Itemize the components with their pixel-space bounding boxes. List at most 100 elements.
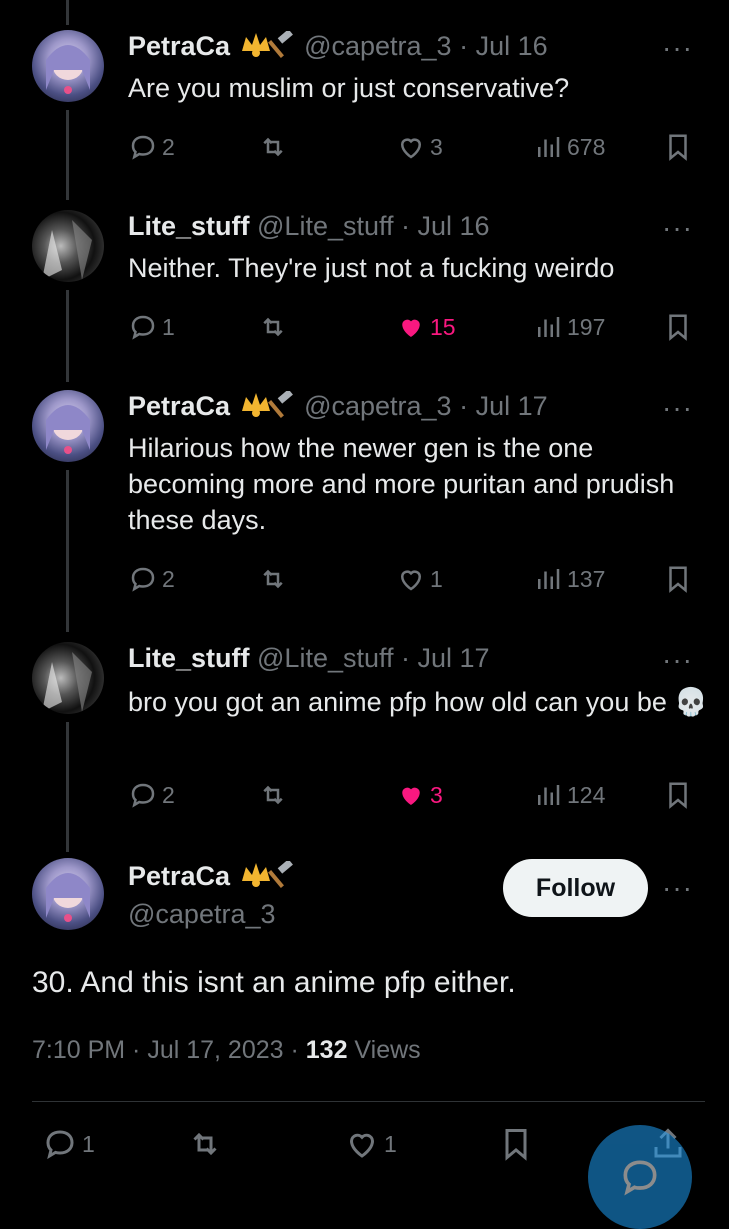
like-button[interactable]: 1 xyxy=(396,564,443,594)
retweet-button[interactable] xyxy=(258,312,288,342)
reply-tweet[interactable]: Lite_stuff @Lite_stuff · Jul 17 ··· bro … xyxy=(0,622,729,842)
avatar[interactable] xyxy=(32,210,104,282)
bookmark-button[interactable] xyxy=(498,1126,534,1162)
retweet-icon xyxy=(263,137,283,157)
reply-icon xyxy=(46,1130,74,1160)
reply-button[interactable]: 2 xyxy=(128,780,175,810)
action-bar: 2 1 137 xyxy=(128,564,698,600)
display-name[interactable]: Lite_stuff xyxy=(128,211,250,241)
handle[interactable]: @capetra_3 xyxy=(304,31,452,61)
tweet-date[interactable]: Jul 17 xyxy=(476,391,548,421)
meta-separator: · xyxy=(393,211,418,241)
reply-count: 1 xyxy=(162,313,175,340)
tweet-date[interactable]: Jul 16 xyxy=(418,211,490,241)
reply-button[interactable]: 2 xyxy=(128,564,175,594)
reply-tweet[interactable]: Lite_stuff @Lite_stuff · Jul 16 ··· Neit… xyxy=(0,190,729,370)
views-label: Views xyxy=(347,1036,421,1064)
more-options-icon[interactable]: ··· xyxy=(662,872,693,904)
bookmark-icon xyxy=(669,134,687,161)
reply-icon xyxy=(131,135,155,160)
display-name[interactable]: PetraCa xyxy=(128,861,230,891)
tweet-header: PetraCa @capetra_3 · Jul 16 xyxy=(128,29,548,66)
avatar[interactable] xyxy=(32,642,104,714)
follow-button[interactable]: Follow xyxy=(503,859,648,917)
like-count: 3 xyxy=(430,133,443,160)
heart-filled-icon xyxy=(402,319,420,337)
handle[interactable]: @Lite_stuff xyxy=(257,211,394,241)
views-button[interactable]: 197 xyxy=(533,312,605,342)
tweet-text: bro you got an anime pfp how old can you… xyxy=(128,687,708,717)
display-name[interactable]: PetraCa xyxy=(128,31,230,61)
retweet-icon xyxy=(193,1132,217,1156)
bookmark-icon xyxy=(669,314,687,341)
action-bar: 1 15 197 xyxy=(128,312,698,348)
handle[interactable]: @capetra_3 xyxy=(304,391,452,421)
view-count: 124 xyxy=(567,781,606,808)
reply-tweet[interactable]: PetraCa @capetra_3 · Jul 17 ··· Hilarious… xyxy=(0,370,729,620)
more-options-icon[interactable]: ··· xyxy=(662,644,693,676)
tweet-date[interactable]: Jul 16 xyxy=(476,31,548,61)
views-button[interactable]: 137 xyxy=(533,564,605,594)
crown-hammer-icon xyxy=(238,859,298,896)
retweet-button[interactable] xyxy=(258,132,288,162)
heart-icon xyxy=(400,138,422,159)
handle[interactable]: @Lite_stuff xyxy=(257,643,394,673)
main-avatar[interactable] xyxy=(32,858,104,930)
like-count: 3 xyxy=(430,781,443,808)
meta-separator: · xyxy=(451,391,476,421)
action-bar: 2 3 124 xyxy=(128,780,698,816)
avatar[interactable] xyxy=(32,30,104,102)
reply-button[interactable]: 2 xyxy=(128,132,175,162)
retweet-button[interactable] xyxy=(258,564,288,594)
reply-button[interactable]: 1 xyxy=(128,312,175,342)
display-name[interactable]: PetraCa xyxy=(128,391,230,421)
reply-icon xyxy=(131,783,155,808)
analytics-icon xyxy=(538,317,560,337)
tweet-timestamp: 7:10 PM · Jul 17, 2023 · 132 Views xyxy=(32,1036,421,1065)
heart-icon xyxy=(349,1133,375,1158)
analytics-icon xyxy=(538,569,560,589)
bookmark-button[interactable] xyxy=(663,780,693,810)
tweet-text: Neither. They're just not a fucking weir… xyxy=(128,253,615,283)
retweet-icon xyxy=(263,785,283,805)
bookmark-icon xyxy=(669,782,687,809)
tweet-header: Lite_stuff @Lite_stuff · Jul 16 xyxy=(128,210,490,242)
action-bar: 2 3 678 xyxy=(128,132,698,168)
reply-tweet[interactable]: PetraCa @capetra_3 · Jul 16 ··· Are you m… xyxy=(0,0,729,190)
heart-icon xyxy=(400,570,422,591)
divider xyxy=(32,1101,705,1102)
crown-hammer-icon xyxy=(238,29,298,66)
display-name[interactable]: Lite_stuff xyxy=(128,643,250,673)
analytics-icon xyxy=(538,785,560,805)
main-tweet-text: 30. And this isnt an anime pfp either. xyxy=(32,966,516,999)
like-button[interactable]: 3 xyxy=(396,132,443,162)
view-count: 678 xyxy=(567,133,606,160)
reply-icon xyxy=(131,315,155,340)
retweet-button[interactable] xyxy=(258,780,288,810)
reply-count: 1 xyxy=(82,1130,95,1157)
like-button[interactable]: 1 xyxy=(344,1126,397,1162)
retweet-button[interactable] xyxy=(187,1126,223,1162)
heart-filled-icon xyxy=(402,787,420,805)
view-count: 197 xyxy=(567,313,606,340)
bookmark-button[interactable] xyxy=(663,564,693,594)
like-count: 1 xyxy=(430,565,443,592)
like-button[interactable]: 3 xyxy=(396,780,443,810)
timestamp[interactable]: 7:10 PM · Jul 17, 2023 · xyxy=(32,1036,306,1064)
tweet-text: Are you muslim or just conservative? xyxy=(128,73,570,103)
views-count: 132 xyxy=(305,1036,348,1064)
bookmark-button[interactable] xyxy=(663,312,693,342)
bookmark-button[interactable] xyxy=(663,132,693,162)
views-button[interactable]: 124 xyxy=(533,780,605,810)
more-options-icon[interactable]: ··· xyxy=(662,392,693,424)
tweet-date[interactable]: Jul 17 xyxy=(418,643,490,673)
handle[interactable]: @capetra_3 xyxy=(128,898,276,930)
like-button[interactable]: 15 xyxy=(396,312,456,342)
more-options-icon[interactable]: ··· xyxy=(662,212,693,244)
like-count: 1 xyxy=(384,1130,397,1157)
reply-button[interactable]: 1 xyxy=(42,1126,95,1162)
compose-reply-fab[interactable] xyxy=(588,1125,692,1229)
avatar[interactable] xyxy=(32,390,104,462)
more-options-icon[interactable]: ··· xyxy=(662,32,693,64)
views-button[interactable]: 678 xyxy=(533,132,605,162)
